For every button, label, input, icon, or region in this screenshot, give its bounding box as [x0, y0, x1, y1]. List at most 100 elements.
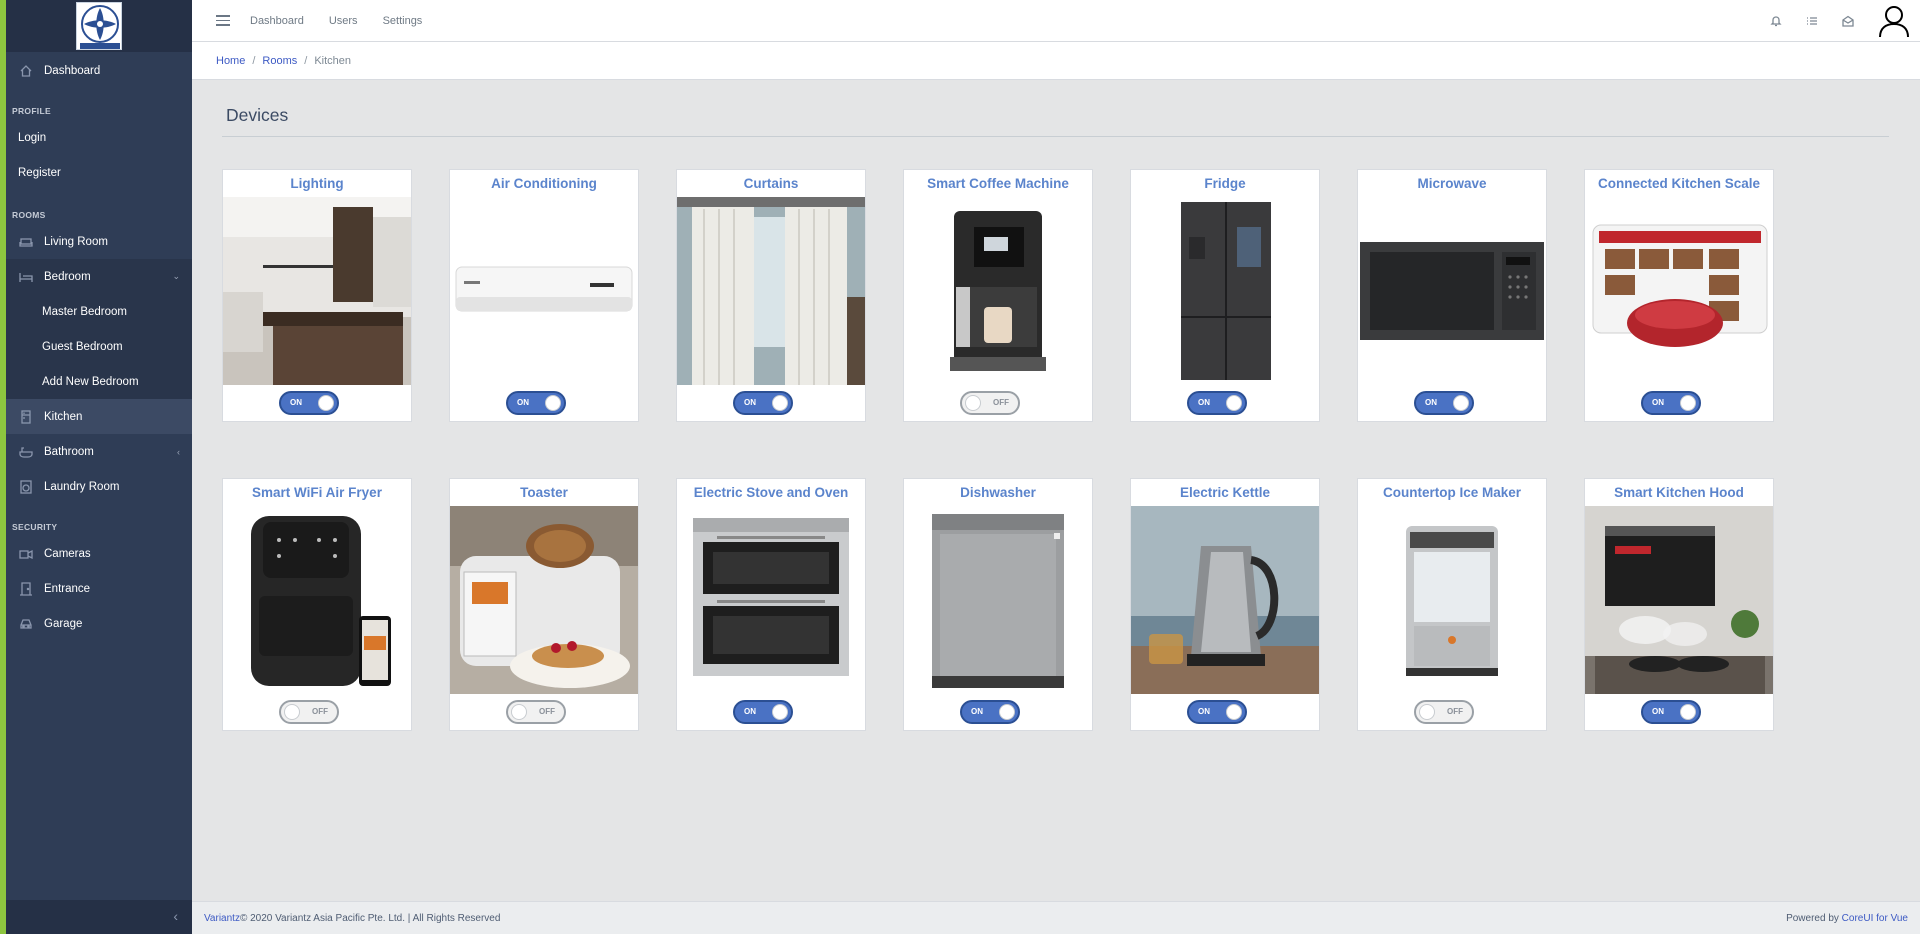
avatar[interactable] — [1878, 4, 1910, 38]
sidebar-item-register[interactable]: Register — [6, 155, 192, 190]
device-title: Smart Coffee Machine — [927, 176, 1069, 191]
sidebar-minimizer[interactable]: ‹ — [6, 900, 192, 934]
footer-brand-link[interactable]: Variantz — [204, 913, 240, 924]
device-card-microwave: Microwave ON — [1357, 169, 1547, 422]
sidebar-item-label: Bedroom — [44, 270, 91, 283]
device-image-air-fryer — [223, 506, 411, 694]
device-toggle[interactable]: ON — [1641, 700, 1701, 724]
toggle-state-label: ON — [517, 398, 529, 407]
sidebar-item-label: Living Room — [44, 235, 108, 248]
sidebar-item-garage[interactable]: Garage — [6, 606, 192, 641]
powered-by-label: Powered by — [1786, 912, 1842, 924]
brand[interactable] — [6, 0, 192, 52]
door-icon — [18, 581, 34, 596]
device-image-kettle — [1131, 506, 1319, 694]
sidebar-item-login[interactable]: Login — [6, 120, 192, 155]
toggle-state-label: OFF — [312, 707, 328, 716]
device-title: Electric Kettle — [1179, 485, 1271, 500]
device-image-fridge — [1131, 197, 1319, 385]
device-toggle[interactable]: ON — [733, 391, 793, 415]
footer-powered-by: Powered by CoreUI for Vue — [1786, 913, 1908, 924]
toggle-state-label: OFF — [539, 707, 555, 716]
chevron-down-icon: ⌄ — [172, 271, 180, 281]
sidebar-item-label: Laundry Room — [44, 480, 120, 493]
breadcrumb-rooms[interactable]: Rooms — [262, 55, 297, 67]
nav-section-profile: PROFILE — [12, 106, 51, 116]
device-toggle[interactable]: ON — [279, 391, 339, 415]
device-card-dishwasher: Dishwasher ON — [903, 478, 1093, 731]
device-toggle[interactable]: OFF — [506, 700, 566, 724]
sidebar-item-living-room[interactable]: Living Room — [6, 224, 192, 259]
sidebar-item-master-bedroom[interactable]: Master Bedroom — [6, 294, 192, 329]
list-icon[interactable] — [1806, 15, 1818, 27]
device-toggle[interactable]: OFF — [279, 700, 339, 724]
device-card-curtains: Curtains ON — [676, 169, 866, 422]
sidebar-item-entrance[interactable]: Entrance — [6, 571, 192, 606]
device-title: Fridge — [1204, 176, 1246, 191]
header-nav-dashboard[interactable]: Dashboard — [250, 15, 304, 27]
fridge-icon — [18, 409, 34, 424]
device-image-air-conditioning — [450, 197, 638, 385]
device-title: Smart WiFi Air Fryer — [252, 485, 382, 500]
coreui-link[interactable]: CoreUI for Vue — [1842, 913, 1908, 924]
toggle-state-label: OFF — [1447, 707, 1463, 716]
header-nav-users[interactable]: Users — [329, 15, 358, 27]
device-image-dishwasher — [904, 506, 1092, 694]
chevron-left-icon: ‹ — [177, 446, 180, 457]
toggle-state-label: ON — [1425, 398, 1437, 407]
hamburger-menu-icon[interactable] — [216, 12, 230, 29]
toggle-state-label: ON — [971, 707, 983, 716]
device-toggle[interactable]: ON — [1414, 391, 1474, 415]
car-icon — [18, 617, 34, 631]
sidebar-item-label: Garage — [44, 617, 83, 630]
device-toggle[interactable]: ON — [733, 700, 793, 724]
device-title: Lighting — [290, 176, 344, 191]
washer-icon — [18, 479, 34, 494]
sidebar-item-label: Cameras — [44, 547, 91, 560]
device-card-electric-stove-and-oven: Electric Stove and Oven ON — [676, 478, 866, 731]
device-toggle[interactable]: ON — [1641, 391, 1701, 415]
device-toggle[interactable]: ON — [1187, 700, 1247, 724]
toggle-state-label: ON — [1652, 398, 1664, 407]
sidebar-item-kitchen[interactable]: Kitchen — [6, 399, 192, 434]
device-image-lighting — [223, 197, 411, 385]
device-image-toaster — [450, 506, 638, 694]
device-image-ice-maker — [1358, 506, 1546, 694]
sidebar-item-label: Login — [18, 131, 47, 144]
sidebar-item-cameras[interactable]: Cameras — [6, 536, 192, 571]
sidebar-item-bedroom[interactable]: Bedroom ⌄ — [6, 259, 192, 294]
sidebar-item-bathroom[interactable]: Bathroom ‹ — [6, 434, 192, 469]
device-card-toaster: Toaster OFF — [449, 478, 639, 731]
device-toggle[interactable]: OFF — [1414, 700, 1474, 724]
device-title: Curtains — [743, 176, 799, 191]
device-title: Smart Kitchen Hood — [1614, 485, 1744, 500]
top-header: Dashboard Users Settings — [192, 0, 1920, 42]
sidebar-item-label: Dashboard — [44, 65, 101, 77]
device-card-smart-kitchen-hood: Smart Kitchen Hood ON — [1584, 478, 1774, 731]
breadcrumb-home[interactable]: Home — [216, 55, 245, 67]
envelope-open-icon[interactable] — [1842, 15, 1854, 27]
device-card-countertop-ice-maker: Countertop Ice Maker OFF — [1357, 478, 1547, 731]
device-title: Connected Kitchen Scale — [1597, 176, 1761, 191]
device-card-smart-wifi-air-fryer: Smart WiFi Air Fryer OFF — [222, 478, 412, 731]
sidebar-item-guest-bedroom[interactable]: Guest Bedroom — [6, 329, 192, 364]
toggle-state-label: OFF — [993, 398, 1009, 407]
device-card-fridge: Fridge ON — [1130, 169, 1320, 422]
device-title: Countertop Ice Maker — [1382, 485, 1522, 500]
sidebar-item-add-new-bedroom[interactable]: Add New Bedroom — [6, 364, 192, 399]
sidebar-item-label: Bathroom — [44, 445, 94, 458]
sidebar-item-laundry-room[interactable]: Laundry Room — [6, 469, 192, 504]
device-card-lighting: Lighting ON — [222, 169, 412, 422]
device-toggle[interactable]: OFF — [960, 391, 1020, 415]
device-toggle[interactable]: ON — [506, 391, 566, 415]
header-nav-settings[interactable]: Settings — [383, 15, 423, 27]
toggle-state-label: ON — [290, 398, 302, 407]
bell-icon[interactable] — [1770, 15, 1782, 27]
chevron-left-icon: ‹ — [173, 908, 178, 924]
sofa-icon — [18, 235, 34, 249]
device-toggle[interactable]: ON — [1187, 391, 1247, 415]
sidebar-item-dashboard[interactable]: Dashboard — [6, 52, 192, 90]
device-card-connected-kitchen-scale: Connected Kitchen Scale ON — [1584, 169, 1774, 422]
device-toggle[interactable]: ON — [960, 700, 1020, 724]
sidebar: Dashboard PROFILE Login Register ROOMS L… — [6, 0, 192, 934]
